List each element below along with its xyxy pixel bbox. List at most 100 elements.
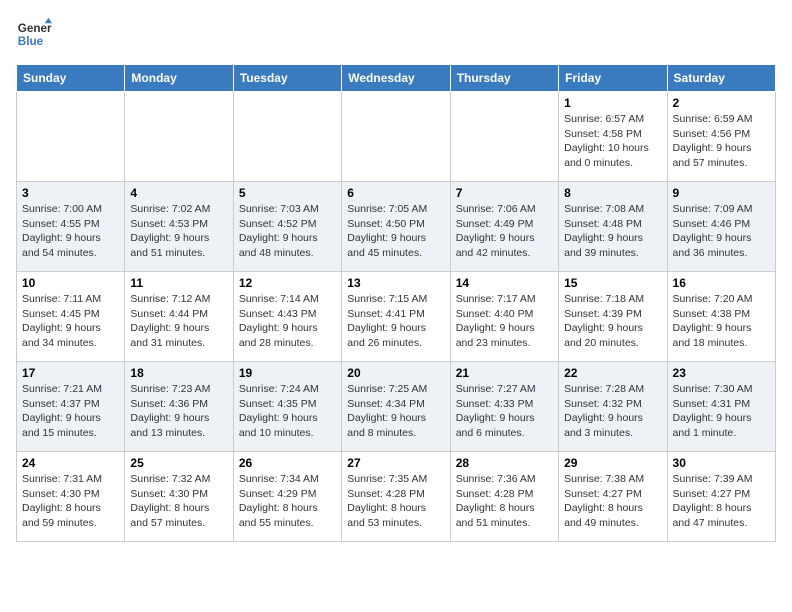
calendar-cell: 28 Sunrise: 7:36 AM Sunset: 4:28 PM Dayli…	[450, 452, 558, 542]
calendar-cell: 10 Sunrise: 7:11 AM Sunset: 4:45 PM Dayli…	[17, 272, 125, 362]
calendar-cell	[450, 92, 558, 182]
calendar-cell: 25 Sunrise: 7:32 AM Sunset: 4:30 PM Dayli…	[125, 452, 233, 542]
calendar-cell: 30 Sunrise: 7:39 AM Sunset: 4:27 PM Dayli…	[667, 452, 775, 542]
day-info: Sunrise: 7:14 AM Sunset: 4:43 PM Dayligh…	[239, 292, 336, 351]
day-number: 23	[673, 366, 770, 380]
calendar-cell: 9 Sunrise: 7:09 AM Sunset: 4:46 PM Daylig…	[667, 182, 775, 272]
calendar-cell: 15Sunrise: 7:18 AM Sunset: 4:39 PM Dayli…	[559, 272, 667, 362]
col-header-wednesday: Wednesday	[342, 65, 450, 92]
day-number: 10	[22, 276, 119, 290]
day-number: 2	[673, 96, 770, 110]
calendar-cell	[17, 92, 125, 182]
calendar-cell: 17 Sunrise: 7:21 AM Sunset: 4:37 PM Dayli…	[17, 362, 125, 452]
col-header-friday: Friday	[559, 65, 667, 92]
day-info: Sunrise: 7:11 AM Sunset: 4:45 PM Dayligh…	[22, 292, 119, 351]
col-header-tuesday: Tuesday	[233, 65, 341, 92]
svg-text:Blue: Blue	[18, 35, 44, 48]
day-number: 7	[456, 186, 553, 200]
day-number: 4	[130, 186, 227, 200]
header-row: SundayMondayTuesdayWednesdayThursdayFrid…	[17, 65, 776, 92]
calendar-cell: 20 Sunrise: 7:25 AM Sunset: 4:34 PM Dayli…	[342, 362, 450, 452]
day-number: 9	[673, 186, 770, 200]
day-number: 22	[564, 366, 661, 380]
day-number: 17	[22, 366, 119, 380]
day-info: Sunrise: 7:05 AM Sunset: 4:50 PM Dayligh…	[347, 202, 444, 261]
calendar-cell	[342, 92, 450, 182]
day-number: 30	[673, 456, 770, 470]
calendar-cell: 27 Sunrise: 7:35 AM Sunset: 4:28 PM Dayli…	[342, 452, 450, 542]
day-number: 19	[239, 366, 336, 380]
day-number: 25	[130, 456, 227, 470]
calendar-cell	[125, 92, 233, 182]
calendar-table: SundayMondayTuesdayWednesdayThursdayFrid…	[16, 64, 776, 542]
calendar-cell	[233, 92, 341, 182]
calendar-cell: 21 Sunrise: 7:27 AM Sunset: 4:33 PM Dayli…	[450, 362, 558, 452]
calendar-cell: 18Sunrise: 7:23 AM Sunset: 4:36 PM Dayli…	[125, 362, 233, 452]
day-number: 13	[347, 276, 444, 290]
day-info: Sunrise: 7:08 AM Sunset: 4:48 PM Dayligh…	[564, 202, 661, 261]
calendar-cell: 13 Sunrise: 7:15 AM Sunset: 4:41 PM Dayli…	[342, 272, 450, 362]
day-info: Sunrise: 7:03 AM Sunset: 4:52 PM Dayligh…	[239, 202, 336, 261]
svg-text:General: General	[18, 22, 52, 35]
week-row-2: 3Sunrise: 7:00 AM Sunset: 4:55 PM Daylig…	[17, 182, 776, 272]
day-info: Sunrise: 7:21 AM Sunset: 4:37 PM Dayligh…	[22, 382, 119, 441]
day-info: Sunrise: 7:17 AM Sunset: 4:40 PM Dayligh…	[456, 292, 553, 351]
calendar-cell: 1 Sunrise: 6:57 AM Sunset: 4:58 PM Daylig…	[559, 92, 667, 182]
day-info: Sunrise: 7:06 AM Sunset: 4:49 PM Dayligh…	[456, 202, 553, 261]
day-number: 16	[673, 276, 770, 290]
week-row-4: 17 Sunrise: 7:21 AM Sunset: 4:37 PM Dayli…	[17, 362, 776, 452]
day-info: Sunrise: 7:28 AM Sunset: 4:32 PM Dayligh…	[564, 382, 661, 441]
logo-icon: General Blue	[16, 16, 52, 52]
calendar-cell: 22 Sunrise: 7:28 AM Sunset: 4:32 PM Dayli…	[559, 362, 667, 452]
col-header-thursday: Thursday	[450, 65, 558, 92]
day-number: 6	[347, 186, 444, 200]
day-number: 29	[564, 456, 661, 470]
calendar-cell: 6 Sunrise: 7:05 AM Sunset: 4:50 PM Daylig…	[342, 182, 450, 272]
calendar-cell: 19Sunrise: 7:24 AM Sunset: 4:35 PM Dayli…	[233, 362, 341, 452]
calendar-cell: 12 Sunrise: 7:14 AM Sunset: 4:43 PM Dayli…	[233, 272, 341, 362]
day-number: 5	[239, 186, 336, 200]
day-number: 24	[22, 456, 119, 470]
day-info: Sunrise: 6:57 AM Sunset: 4:58 PM Dayligh…	[564, 112, 661, 171]
day-info: Sunrise: 7:35 AM Sunset: 4:28 PM Dayligh…	[347, 472, 444, 531]
day-number: 18	[130, 366, 227, 380]
day-info: Sunrise: 7:12 AM Sunset: 4:44 PM Dayligh…	[130, 292, 227, 351]
calendar-cell: 29 Sunrise: 7:38 AM Sunset: 4:27 PM Dayli…	[559, 452, 667, 542]
col-header-saturday: Saturday	[667, 65, 775, 92]
day-info: Sunrise: 7:02 AM Sunset: 4:53 PM Dayligh…	[130, 202, 227, 261]
day-number: 28	[456, 456, 553, 470]
day-info: Sunrise: 7:39 AM Sunset: 4:27 PM Dayligh…	[673, 472, 770, 531]
day-info: Sunrise: 7:36 AM Sunset: 4:28 PM Dayligh…	[456, 472, 553, 531]
day-number: 14	[456, 276, 553, 290]
col-header-sunday: Sunday	[17, 65, 125, 92]
day-info: Sunrise: 7:31 AM Sunset: 4:30 PM Dayligh…	[22, 472, 119, 531]
day-info: Sunrise: 7:27 AM Sunset: 4:33 PM Dayligh…	[456, 382, 553, 441]
day-number: 21	[456, 366, 553, 380]
calendar-cell: 5 Sunrise: 7:03 AM Sunset: 4:52 PM Daylig…	[233, 182, 341, 272]
day-number: 26	[239, 456, 336, 470]
day-number: 27	[347, 456, 444, 470]
day-info: Sunrise: 7:15 AM Sunset: 4:41 PM Dayligh…	[347, 292, 444, 351]
day-number: 3	[22, 186, 119, 200]
day-number: 1	[564, 96, 661, 110]
day-number: 15	[564, 276, 661, 290]
day-number: 11	[130, 276, 227, 290]
calendar-cell: 14 Sunrise: 7:17 AM Sunset: 4:40 PM Dayli…	[450, 272, 558, 362]
day-info: Sunrise: 7:25 AM Sunset: 4:34 PM Dayligh…	[347, 382, 444, 441]
calendar-cell: 8Sunrise: 7:08 AM Sunset: 4:48 PM Daylig…	[559, 182, 667, 272]
day-info: Sunrise: 7:38 AM Sunset: 4:27 PM Dayligh…	[564, 472, 661, 531]
week-row-1: 1 Sunrise: 6:57 AM Sunset: 4:58 PM Daylig…	[17, 92, 776, 182]
day-info: Sunrise: 7:32 AM Sunset: 4:30 PM Dayligh…	[130, 472, 227, 531]
day-info: Sunrise: 7:09 AM Sunset: 4:46 PM Dayligh…	[673, 202, 770, 261]
calendar-cell: 3Sunrise: 7:00 AM Sunset: 4:55 PM Daylig…	[17, 182, 125, 272]
day-number: 12	[239, 276, 336, 290]
calendar-cell: 7 Sunrise: 7:06 AM Sunset: 4:49 PM Daylig…	[450, 182, 558, 272]
calendar-cell: 4 Sunrise: 7:02 AM Sunset: 4:53 PM Daylig…	[125, 182, 233, 272]
day-info: Sunrise: 7:30 AM Sunset: 4:31 PM Dayligh…	[673, 382, 770, 441]
calendar-cell: 11 Sunrise: 7:12 AM Sunset: 4:44 PM Dayli…	[125, 272, 233, 362]
calendar-cell: 26Sunrise: 7:34 AM Sunset: 4:29 PM Dayli…	[233, 452, 341, 542]
day-number: 20	[347, 366, 444, 380]
day-info: Sunrise: 7:20 AM Sunset: 4:38 PM Dayligh…	[673, 292, 770, 351]
logo: General Blue	[16, 16, 52, 52]
week-row-3: 10 Sunrise: 7:11 AM Sunset: 4:45 PM Dayli…	[17, 272, 776, 362]
